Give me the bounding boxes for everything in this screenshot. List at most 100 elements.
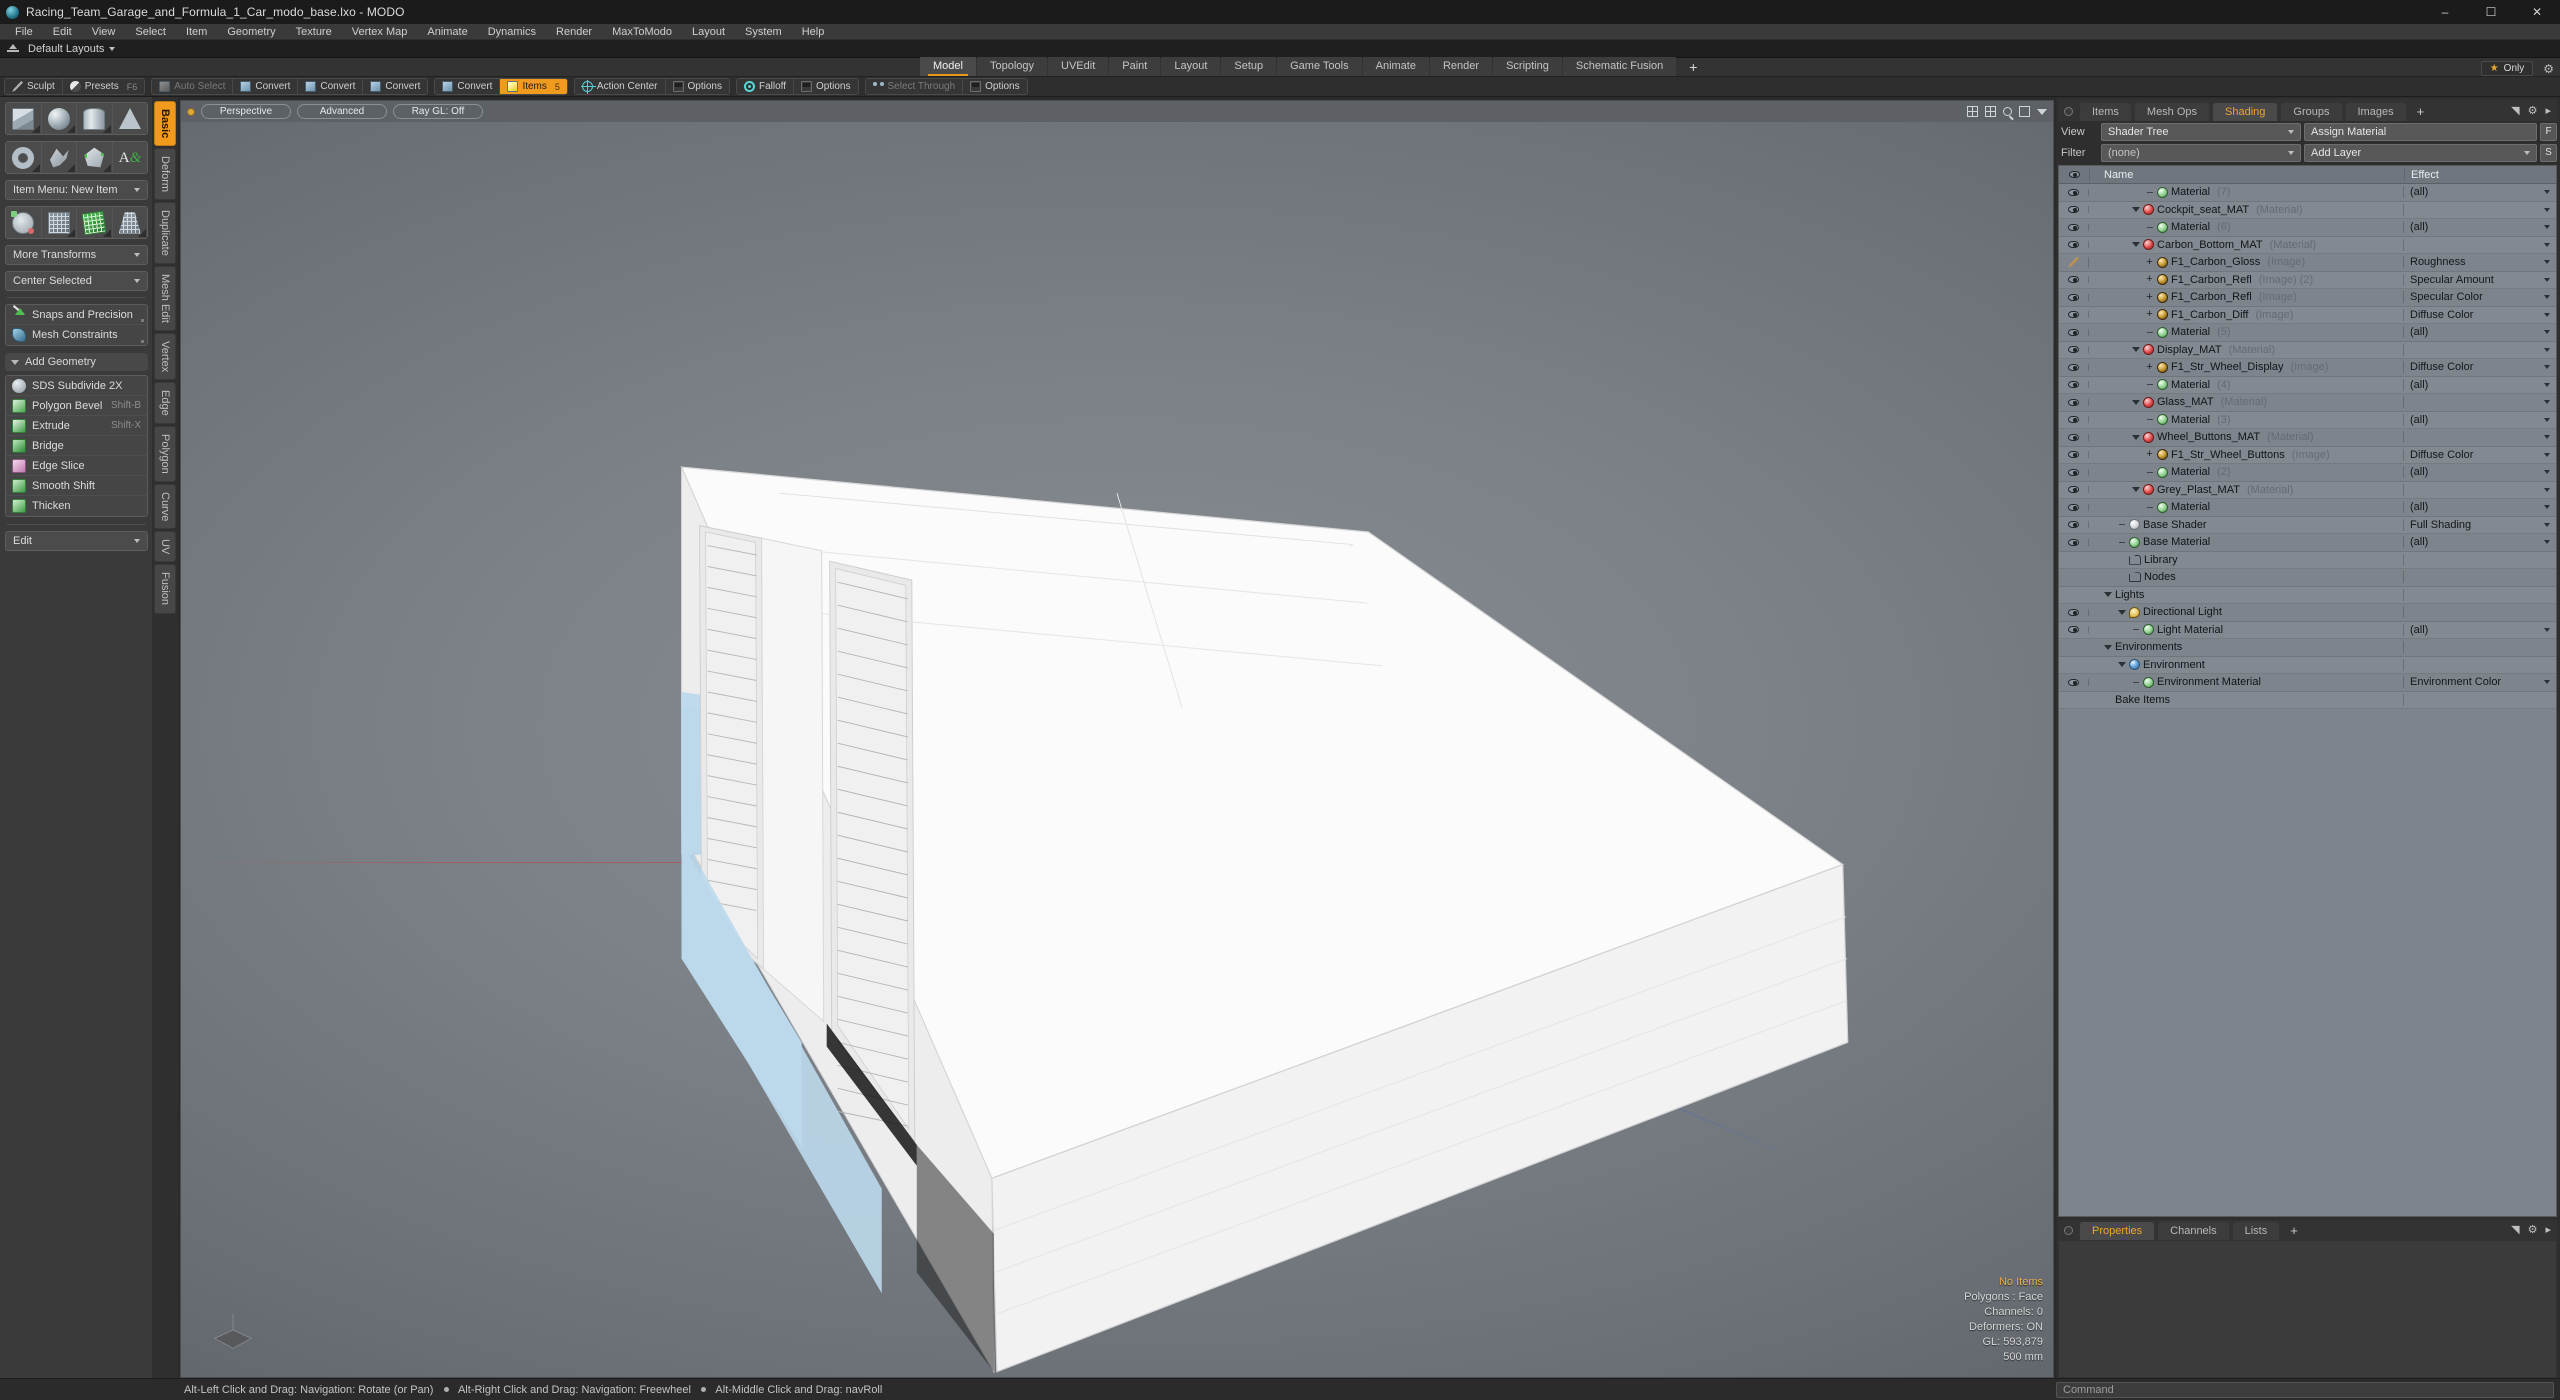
- row-visibility-toggle[interactable]: [2059, 521, 2089, 529]
- chevron-down-icon[interactable]: [2037, 108, 2047, 115]
- tool-category-edge[interactable]: Edge: [154, 382, 176, 425]
- menu-item-maxtomodo[interactable]: MaxToModo: [602, 24, 682, 40]
- row-effect-cell[interactable]: Specular Color: [2404, 291, 2556, 303]
- row-visibility-toggle[interactable]: [2059, 433, 2089, 441]
- shader-tree-row[interactable]: Environments: [2059, 639, 2556, 657]
- shader-tree-row[interactable]: Material (7) (all): [2059, 184, 2556, 202]
- chevron-right-icon[interactable]: ▸: [2545, 104, 2551, 117]
- add-geometry-header[interactable]: Add Geometry: [5, 353, 148, 371]
- shader-tree-row[interactable]: Directional Light: [2059, 604, 2556, 622]
- maximize-button[interactable]: ☐: [2468, 0, 2514, 24]
- mesh-constraints-button[interactable]: Mesh Constraints: [6, 325, 147, 345]
- row-effect-cell[interactable]: (all): [2404, 326, 2556, 338]
- mode-tab-paint[interactable]: Paint: [1109, 57, 1161, 76]
- cube-primitive-button[interactable]: [6, 103, 41, 134]
- row-twisty[interactable]: [2145, 226, 2154, 228]
- row-twisty[interactable]: [2145, 331, 2154, 333]
- chevron-down-icon[interactable]: [2544, 382, 2550, 387]
- default-layouts-dropdown[interactable]: Default Layouts: [28, 43, 116, 55]
- row-visibility-toggle[interactable]: [2059, 328, 2089, 336]
- mode-tab-schematic-fusion[interactable]: Schematic Fusion: [1562, 57, 1677, 76]
- mode-tab-model[interactable]: Model: [920, 57, 976, 76]
- menu-item-vertex-map[interactable]: Vertex Map: [342, 24, 418, 40]
- view-select[interactable]: Shader Tree: [2101, 122, 2301, 141]
- row-effect-cell[interactable]: Environment Color: [2404, 676, 2556, 688]
- row-twisty[interactable]: [2131, 681, 2140, 683]
- row-twisty[interactable]: +: [2145, 309, 2154, 320]
- row-effect-cell[interactable]: (all): [2404, 624, 2556, 636]
- row-effect-cell[interactable]: (all): [2404, 466, 2556, 478]
- row-twisty[interactable]: [2131, 347, 2140, 353]
- right-tab-items[interactable]: Items: [2079, 102, 2132, 121]
- mode-tab-game-tools[interactable]: Game Tools: [1277, 57, 1362, 76]
- grid-icon[interactable]: [1967, 106, 1978, 117]
- tool-category-duplicate[interactable]: Duplicate: [154, 202, 176, 265]
- chevron-down-icon[interactable]: [2544, 365, 2550, 370]
- row-visibility-toggle[interactable]: [2059, 416, 2089, 424]
- row-twisty[interactable]: [2131, 207, 2140, 213]
- geometry-tool-polygon-bevel[interactable]: Polygon Bevel Shift-B: [6, 396, 147, 416]
- menu-item-item[interactable]: Item: [176, 24, 217, 40]
- row-twisty[interactable]: [2145, 191, 2154, 193]
- menu-item-system[interactable]: System: [735, 24, 792, 40]
- toolbar-button-options[interactable]: Options: [794, 79, 857, 94]
- menu-item-help[interactable]: Help: [792, 24, 835, 40]
- chevron-down-icon[interactable]: [2544, 470, 2550, 475]
- toolbar-button-options[interactable]: Options: [666, 79, 729, 94]
- tool-category-deform[interactable]: Deform: [154, 148, 176, 201]
- menu-item-select[interactable]: Select: [125, 24, 176, 40]
- mode-tab-scripting[interactable]: Scripting: [1493, 57, 1562, 76]
- tool-category-curve[interactable]: Curve: [154, 483, 176, 530]
- toolbar-button-falloff[interactable]: Falloff: [737, 79, 795, 94]
- taper-tool-button[interactable]: [112, 207, 147, 238]
- add-properties-tab-button[interactable]: +: [2282, 1221, 2306, 1240]
- layout-switch-icon[interactable]: [6, 43, 20, 55]
- shader-tree-row[interactable]: Display_MAT (Material): [2059, 341, 2556, 359]
- row-effect-cell[interactable]: (all): [2404, 536, 2556, 548]
- shader-tree-row[interactable]: Light Material (all): [2059, 621, 2556, 639]
- right-tab-images[interactable]: Images: [2344, 102, 2407, 121]
- geometry-tool-thicken[interactable]: Thicken: [6, 496, 147, 516]
- mode-tab-layout[interactable]: Layout: [1161, 57, 1221, 76]
- tool-category-mesh-edit[interactable]: Mesh Edit: [154, 266, 176, 332]
- toolbar-button-convert[interactable]: Convert: [363, 79, 427, 94]
- text-tool-button[interactable]: A&: [112, 142, 147, 173]
- polygon-tool-button[interactable]: [77, 142, 112, 173]
- more-transforms-dropdown[interactable]: More Transforms: [5, 245, 148, 265]
- shader-tree-row[interactable]: Nodes: [2059, 569, 2556, 587]
- viewport-3d-canvas[interactable]: No Items Polygons : Face Channels: 0 Def…: [180, 122, 2054, 1378]
- toolbar-button-auto-select[interactable]: Auto Select: [152, 79, 234, 94]
- row-twisty[interactable]: [2103, 644, 2112, 650]
- shader-tree-row[interactable]: Material (all): [2059, 499, 2556, 517]
- geometry-tool-edge-slice[interactable]: Edge Slice: [6, 456, 147, 476]
- toolbar-button-options[interactable]: Options: [963, 79, 1026, 94]
- transform-tool-button[interactable]: [6, 207, 41, 238]
- cone-primitive-button[interactable]: [112, 103, 147, 134]
- gear-icon[interactable]: ⚙: [2543, 62, 2554, 76]
- menu-item-geometry[interactable]: Geometry: [217, 24, 285, 40]
- chevron-down-icon[interactable]: [2544, 330, 2550, 335]
- menu-item-edit[interactable]: Edit: [43, 24, 82, 40]
- row-visibility-toggle[interactable]: [2059, 363, 2089, 371]
- row-effect-cell[interactable]: Diffuse Color: [2404, 309, 2556, 321]
- sphere-primitive-button[interactable]: [41, 103, 76, 134]
- tool-category-vertex[interactable]: Vertex: [154, 333, 176, 381]
- add-layout-tab-button[interactable]: +: [1677, 58, 1709, 76]
- row-twisty[interactable]: [2131, 434, 2140, 440]
- chevron-down-icon[interactable]: [2544, 260, 2550, 265]
- toolbar-button-convert[interactable]: Convert: [435, 79, 501, 94]
- row-visibility-toggle[interactable]: [2059, 276, 2089, 284]
- row-visibility-toggle[interactable]: [2059, 468, 2089, 476]
- gear-icon[interactable]: ⚙: [2528, 104, 2538, 117]
- row-twisty[interactable]: +: [2145, 449, 2154, 460]
- row-visibility-toggle[interactable]: [2059, 241, 2089, 249]
- menu-item-render[interactable]: Render: [546, 24, 602, 40]
- shader-tree-row[interactable]: + F1_Carbon_Gloss (Image) Roughness: [2059, 254, 2556, 272]
- menu-item-texture[interactable]: Texture: [286, 24, 342, 40]
- toolbar-button-presets[interactable]: Presets F6: [63, 79, 144, 94]
- row-twisty[interactable]: [2145, 384, 2154, 386]
- close-button[interactable]: ✕: [2514, 0, 2560, 24]
- row-visibility-toggle[interactable]: [2059, 538, 2089, 546]
- shader-tree-row[interactable]: Bake Items: [2059, 691, 2556, 709]
- toolbar-button-convert[interactable]: Convert: [298, 79, 364, 94]
